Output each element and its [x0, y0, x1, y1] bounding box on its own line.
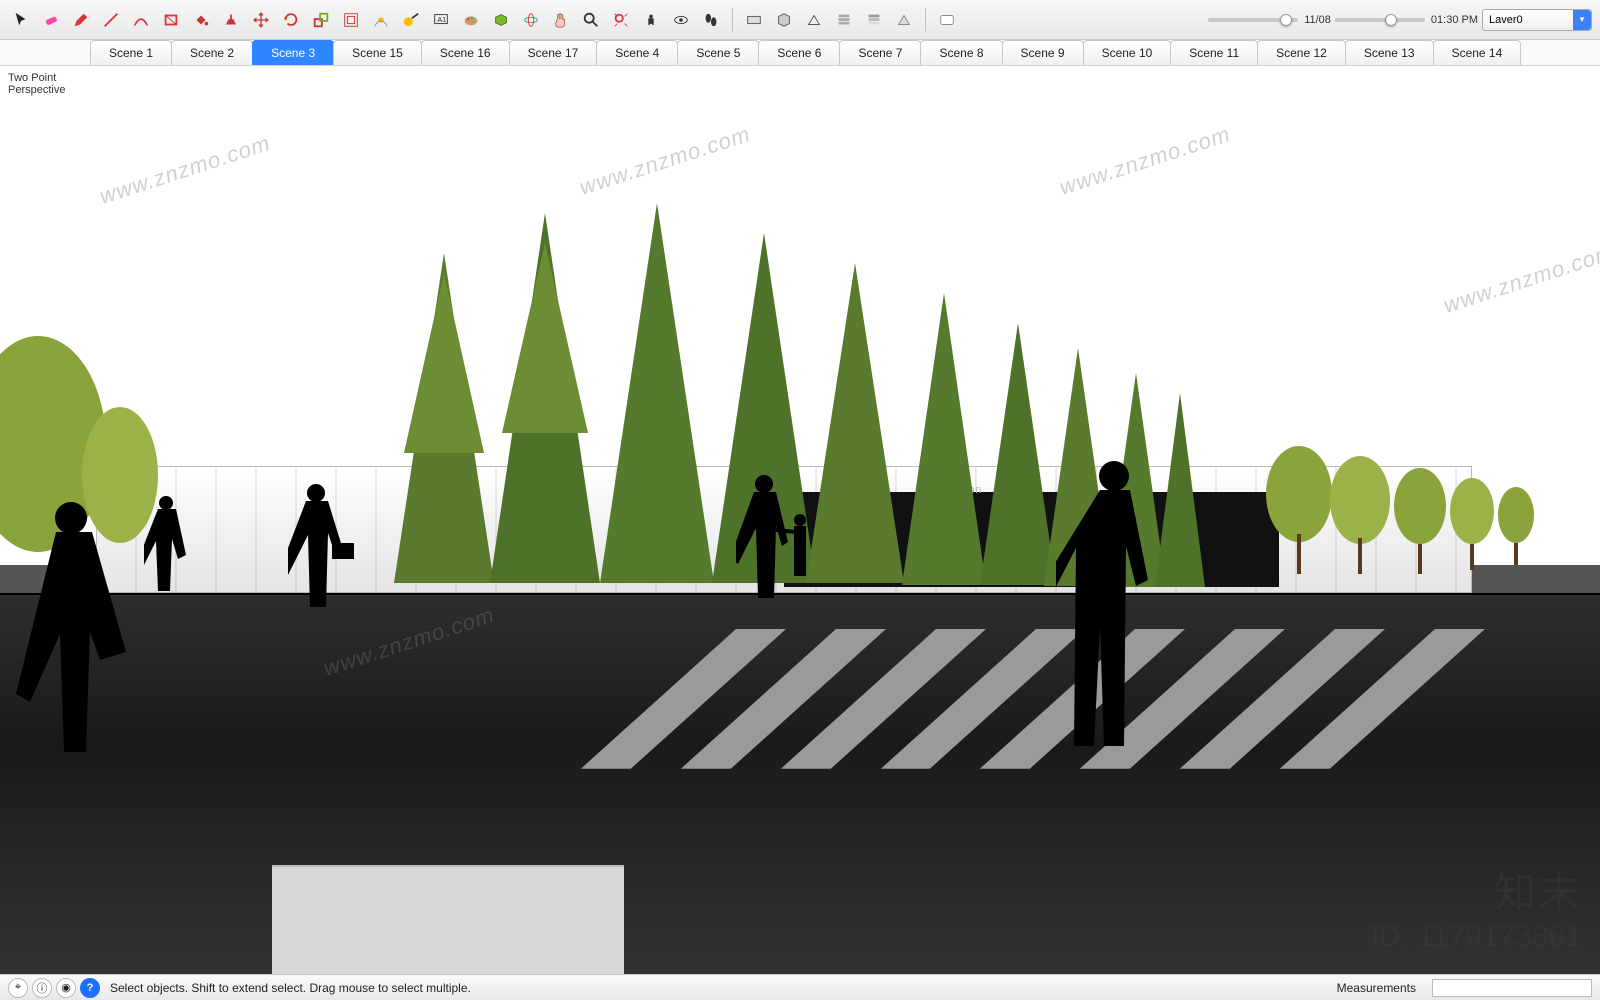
scene-render: us Station — [0, 66, 1600, 974]
scene-tab[interactable]: Scene 16 — [421, 40, 510, 65]
select-arrow-icon[interactable] — [8, 7, 34, 33]
shadows-icon[interactable] — [861, 7, 887, 33]
status-bar: ⌖ ⓘ ◉ ? Select objects. Shift to extend … — [0, 974, 1600, 1000]
scene-tab[interactable]: Scene 10 — [1083, 40, 1172, 65]
status-hint: Select objects. Shift to extend select. … — [110, 981, 471, 995]
scene-tab[interactable]: Scene 13 — [1345, 40, 1434, 65]
person-silhouette — [16, 496, 156, 756]
date-slider[interactable]: 11/08 — [1208, 14, 1331, 26]
geo-location-icon[interactable]: ⌖ — [8, 978, 28, 998]
position-camera-icon[interactable] — [638, 7, 664, 33]
scene-tab[interactable]: Scene 17 — [509, 40, 598, 65]
scene-tab[interactable]: Scene 4 — [596, 40, 678, 65]
scene-tab[interactable]: Scene 9 — [1002, 40, 1084, 65]
watermark-url: www.znzmo.com — [96, 130, 273, 210]
measurements-label: Measurements — [1337, 981, 1416, 995]
rectangle-icon[interactable] — [158, 7, 184, 33]
orbit-icon[interactable] — [518, 7, 544, 33]
time-slider[interactable]: 01:30 PM — [1335, 14, 1478, 26]
offset-icon[interactable] — [338, 7, 364, 33]
scene-tab[interactable]: Scene 2 — [171, 40, 253, 65]
svg-text:A1: A1 — [437, 14, 446, 23]
main-toolbar: A1 11/08 01:30 PM Laver0 ▾ — [0, 0, 1600, 40]
scene-tab[interactable]: Scene 1 — [90, 40, 172, 65]
person-silhouette — [736, 472, 826, 602]
eraser-icon[interactable] — [38, 7, 64, 33]
look-around-icon[interactable] — [668, 7, 694, 33]
scene-tab[interactable]: Scene 5 — [677, 40, 759, 65]
zoom-extents-icon[interactable] — [608, 7, 634, 33]
credits-icon[interactable]: ⓘ — [32, 978, 52, 998]
layer-dropdown[interactable]: Laver0 ▾ — [1482, 9, 1592, 31]
person-silhouette — [1056, 456, 1176, 756]
model-viewport[interactable]: Two Point Perspective us Station — [0, 66, 1600, 974]
tape-measure-icon[interactable] — [398, 7, 424, 33]
date-label: 11/08 — [1304, 14, 1331, 26]
scale-icon[interactable] — [308, 7, 334, 33]
section-display-icon[interactable] — [771, 7, 797, 33]
zoom-icon[interactable] — [578, 7, 604, 33]
walk-icon[interactable] — [698, 7, 724, 33]
fog-icon[interactable] — [891, 7, 917, 33]
line-icon[interactable] — [98, 7, 124, 33]
rotate-icon[interactable] — [278, 7, 304, 33]
layer-value: Laver0 — [1489, 14, 1523, 26]
move-icon[interactable] — [248, 7, 274, 33]
paint-bucket-icon[interactable] — [188, 7, 214, 33]
person-silhouette — [144, 493, 194, 593]
scene-tab[interactable]: Scene 12 — [1257, 40, 1346, 65]
scene-tab[interactable]: Scene 11 — [1170, 40, 1258, 65]
watermark-url: www.znzmo.com — [1056, 121, 1233, 201]
time-label: 01:30 PM — [1431, 14, 1478, 26]
section-icon[interactable] — [741, 7, 767, 33]
pushpull-icon[interactable] — [218, 7, 244, 33]
paint-icon[interactable] — [458, 7, 484, 33]
sign-in-icon[interactable]: ◉ — [56, 978, 76, 998]
scene-tab[interactable]: Scene 7 — [839, 40, 921, 65]
scene-tab[interactable]: Scene 15 — [333, 40, 422, 65]
chevron-down-icon: ▾ — [1573, 10, 1591, 30]
text-icon[interactable]: A1 — [428, 7, 454, 33]
component-icon[interactable] — [488, 7, 514, 33]
xray-icon[interactable] — [934, 7, 960, 33]
arc-icon[interactable] — [128, 7, 154, 33]
pencil-icon[interactable] — [68, 7, 94, 33]
scene-tab[interactable]: Scene 6 — [758, 40, 840, 65]
follow-me-icon[interactable] — [368, 7, 394, 33]
watermark-url: www.znzmo.com — [576, 121, 753, 201]
scene-tab[interactable]: Scene 14 — [1433, 40, 1522, 65]
scene-tab[interactable]: Scene 3 — [252, 40, 334, 65]
pan-icon[interactable] — [548, 7, 574, 33]
watermark-url: www.znzmo.com — [1440, 239, 1600, 319]
outliner-icon[interactable] — [801, 7, 827, 33]
scene-tab[interactable]: Scene 8 — [920, 40, 1002, 65]
layers-icon[interactable] — [831, 7, 857, 33]
person-silhouette — [288, 481, 358, 611]
measurements-input[interactable] — [1432, 979, 1592, 997]
help-icon[interactable]: ? — [80, 978, 100, 998]
scene-tabs: Scene 1 Scene 2 Scene 3 Scene 15 Scene 1… — [0, 40, 1600, 66]
